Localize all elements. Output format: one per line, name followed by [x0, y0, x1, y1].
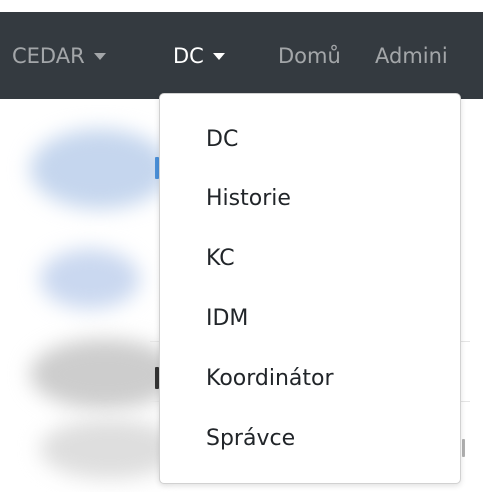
caret-down-icon — [93, 53, 106, 60]
dropdown-item-dc[interactable]: DC — [206, 119, 238, 159]
dropdown-item-historie[interactable]: Historie — [206, 178, 291, 218]
blurred-block — [30, 129, 170, 209]
dc-dropdown-menu: DC Historie KC IDM Koordinátor Správce — [159, 93, 461, 484]
nav-item-home-label: Domů — [278, 43, 341, 68]
nav-item-dc[interactable]: DC — [173, 12, 225, 99]
blurred-block — [40, 249, 140, 309]
top-navbar: CEDAR DC Domů Admini — [0, 12, 483, 99]
dropdown-item-idm[interactable]: IDM — [206, 298, 248, 338]
nav-item-cedar[interactable]: CEDAR — [12, 12, 106, 99]
nav-item-admin-label: Admini — [375, 43, 448, 68]
nav-item-home[interactable]: Domů — [278, 12, 341, 99]
content-fragment — [462, 439, 465, 457]
caret-down-icon — [212, 53, 225, 60]
nav-item-dc-label: DC — [173, 43, 204, 68]
nav-item-cedar-label: CEDAR — [12, 43, 85, 68]
nav-item-admin[interactable]: Admini — [375, 12, 448, 99]
dropdown-item-spravce[interactable]: Správce — [206, 418, 295, 458]
dropdown-item-koordinator[interactable]: Koordinátor — [206, 358, 334, 398]
dropdown-item-kc[interactable]: KC — [206, 238, 235, 278]
